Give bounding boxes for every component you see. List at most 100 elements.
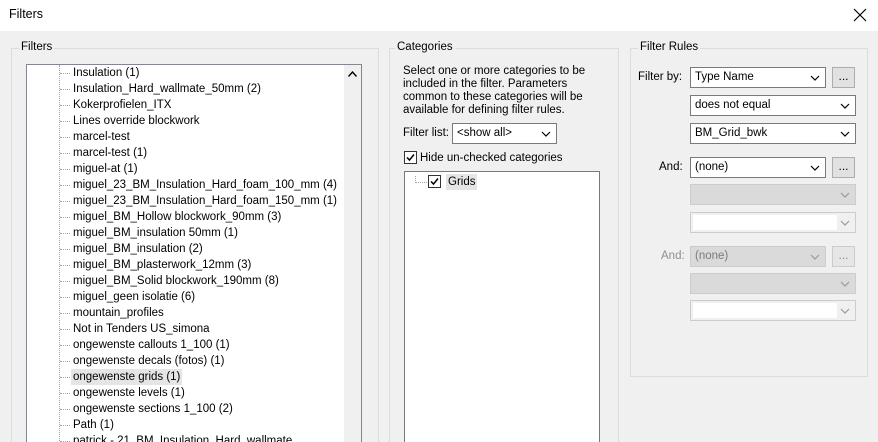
and1-parameter-dropdown[interactable]: (none)	[690, 157, 826, 178]
and1-parameter-value: (none)	[695, 161, 729, 173]
filter-tree-item-label: ongewenste decals (fotos) (1)	[73, 355, 225, 367]
and2-browse-button[interactable]: ...	[832, 246, 855, 267]
filter-tree-item[interactable]: Insulation (1)	[27, 65, 347, 81]
filter-tree-item[interactable]: ongewenste decals (fotos) (1)	[27, 353, 347, 369]
filter-tree-item-label: Insulation_Hard_wallmate_50mm (2)	[73, 83, 261, 95]
filter-tree-item[interactable]: miguel_BM_insulation (2)	[27, 241, 347, 257]
filter-by-value-text: BM_Grid_bwk	[695, 127, 768, 139]
tree-connector-line	[60, 233, 70, 234]
tree-connector-line	[60, 345, 70, 346]
tree-connector-line	[60, 137, 70, 138]
filter-by-value-combobox[interactable]: BM_Grid_bwk	[690, 123, 856, 144]
tree-connector-line	[60, 393, 70, 394]
filter-tree-item[interactable]: ongewenste sections 1_100 (2)	[27, 401, 347, 417]
filter-tree-item[interactable]: mountain_profiles	[27, 305, 347, 321]
hide-unchecked-label[interactable]: Hide un-checked categories	[420, 152, 563, 164]
tree-connector-line	[60, 201, 70, 202]
and2-parameter-dropdown[interactable]: (none)	[690, 246, 826, 267]
filter-tree-item[interactable]: miguel_BM_Hollow blockwork_90mm (3)	[27, 209, 347, 225]
tree-connector-line	[60, 105, 70, 106]
categories-list[interactable]: Grids	[404, 171, 600, 442]
filter-by-label: Filter by:	[638, 71, 683, 83]
filter-tree-item[interactable]: marcel-test (1)	[27, 145, 347, 161]
chevron-down-icon	[840, 131, 850, 137]
filter-tree-item-label: marcel-test	[73, 131, 130, 143]
chevron-down-icon	[840, 281, 850, 287]
filter-by-parameter-value: Type Name	[695, 71, 754, 83]
filter-tree-item[interactable]: miguel_geen isolatie (6)	[27, 289, 347, 305]
filter-tree-item[interactable]: ongewenste levels (1)	[27, 385, 347, 401]
filter-by-operator-dropdown[interactable]: does not equal	[690, 95, 856, 116]
filter-tree-item-label: Insulation (1)	[73, 67, 140, 79]
filter-tree-item-label: miguel_BM_insulation (2)	[73, 243, 203, 255]
filter-tree-item-label: Not in Tenders US_simona	[73, 323, 210, 335]
chevron-down-icon	[840, 220, 850, 226]
filter-tree-item-label: marcel-test (1)	[73, 147, 148, 159]
and2-value-combobox[interactable]	[690, 300, 856, 321]
grids-checkbox[interactable]	[428, 175, 441, 188]
filter-list-dropdown[interactable]: <show all>	[452, 123, 557, 144]
dialog-body: Filters Insulation (1) Insulation_Hard_wa…	[0, 31, 878, 442]
filter-tree-item[interactable]: miguel_23_BM_Insulation_Hard_foam_150_mm…	[27, 193, 347, 209]
filter-rules-group-label: Filter Rules	[638, 41, 701, 53]
filter-tree-item-label: ongewenste sections 1_100 (2)	[73, 403, 233, 415]
and2-parameter-value: (none)	[695, 250, 729, 262]
chevron-down-icon	[810, 75, 820, 81]
tree-connector-line	[60, 185, 70, 186]
filter-tree-item-label: miguel_BM_insulation 50mm (1)	[73, 227, 238, 239]
tree-connector-line	[60, 73, 70, 74]
tree-connector-line	[60, 121, 70, 122]
filter-list-value: <show all>	[457, 127, 512, 139]
filter-tree-item[interactable]: miguel_BM_insulation 50mm (1)	[27, 225, 347, 241]
filter-tree-item-label: miguel_geen isolatie (6)	[73, 291, 196, 303]
filter-tree-item-label: miguel_23_BM_Insulation_Hard_foam_150_mm…	[73, 195, 338, 207]
and1-label: And:	[659, 161, 683, 173]
filter-tree-item[interactable]: Lines override blockwork	[27, 113, 347, 129]
filter-tree-item[interactable]: patrick - 21_BM_Insulation_Hard_wallmate	[27, 433, 347, 442]
filter-by-browse-button[interactable]: ...	[832, 67, 855, 88]
close-button[interactable]	[844, 0, 876, 30]
filter-tree-item-label: ongewenste callouts 1_100 (1)	[73, 339, 230, 351]
close-icon	[853, 8, 867, 22]
filter-tree-item[interactable]: Path (1)	[27, 417, 347, 433]
chevron-down-icon	[840, 308, 850, 314]
tree-connector-line	[60, 361, 70, 362]
filter-tree-item[interactable]: Insulation_Hard_wallmate_50mm (2)	[27, 81, 347, 97]
hide-unchecked-checkbox[interactable]	[404, 151, 417, 164]
filter-tree-item-label: Kokerprofielen_ITX	[73, 99, 172, 111]
filter-tree-item[interactable]: Not in Tenders US_simona	[27, 321, 347, 337]
filter-list-label: Filter list:	[403, 127, 449, 139]
filter-tree-item[interactable]: miguel-at (1)	[27, 161, 347, 177]
filter-tree-item-label: miguel_BM_plasterwork_12mm (3)	[73, 259, 252, 271]
filter-tree-item[interactable]: miguel_BM_Solid blockwork_190mm (8)	[27, 273, 347, 289]
tree-connector-line	[60, 425, 70, 426]
tree-connector-line	[60, 169, 70, 170]
and1-browse-button[interactable]: ...	[832, 157, 855, 178]
filter-by-operator-value: does not equal	[695, 99, 771, 111]
and2-operator-dropdown[interactable]	[690, 273, 856, 294]
title-bar: Filters	[0, 0, 878, 31]
and1-operator-dropdown[interactable]	[690, 184, 856, 205]
chevron-down-icon	[541, 131, 551, 137]
and2-value-field	[693, 303, 837, 318]
tree-connector-line	[60, 89, 70, 90]
filter-tree-item-label: mountain_profiles	[73, 307, 164, 319]
and1-value-combobox[interactable]	[690, 212, 856, 233]
chevron-down-icon	[810, 165, 820, 171]
filter-tree-item[interactable]: ongewenste callouts 1_100 (1)	[27, 337, 347, 353]
chevron-up-icon	[348, 70, 357, 77]
filter-tree-item[interactable]: miguel_23_BM_Insulation_Hard_foam_100_mm…	[27, 177, 347, 193]
filter-tree-item[interactable]: ongewenste grids (1)	[27, 369, 347, 385]
filter-tree-item[interactable]: miguel_BM_plasterwork_12mm (3)	[27, 257, 347, 273]
filters-group-label: Filters	[19, 41, 55, 53]
filters-tree[interactable]: Insulation (1) Insulation_Hard_wallmate_5…	[26, 64, 362, 442]
filter-tree-item[interactable]: Kokerprofielen_ITX	[27, 97, 347, 113]
tree-connector-line	[60, 297, 70, 298]
filter-by-parameter-dropdown[interactable]: Type Name	[690, 67, 826, 88]
filter-tree-item-label: miguel-at (1)	[73, 163, 138, 175]
scroll-up-button[interactable]	[344, 65, 361, 82]
filters-scrollbar[interactable]	[344, 65, 361, 442]
category-item-grids[interactable]: Grids	[446, 174, 478, 190]
filter-tree-item[interactable]: marcel-test	[27, 129, 347, 145]
filter-tree-item-label: ongewenste grids (1)	[71, 369, 183, 385]
